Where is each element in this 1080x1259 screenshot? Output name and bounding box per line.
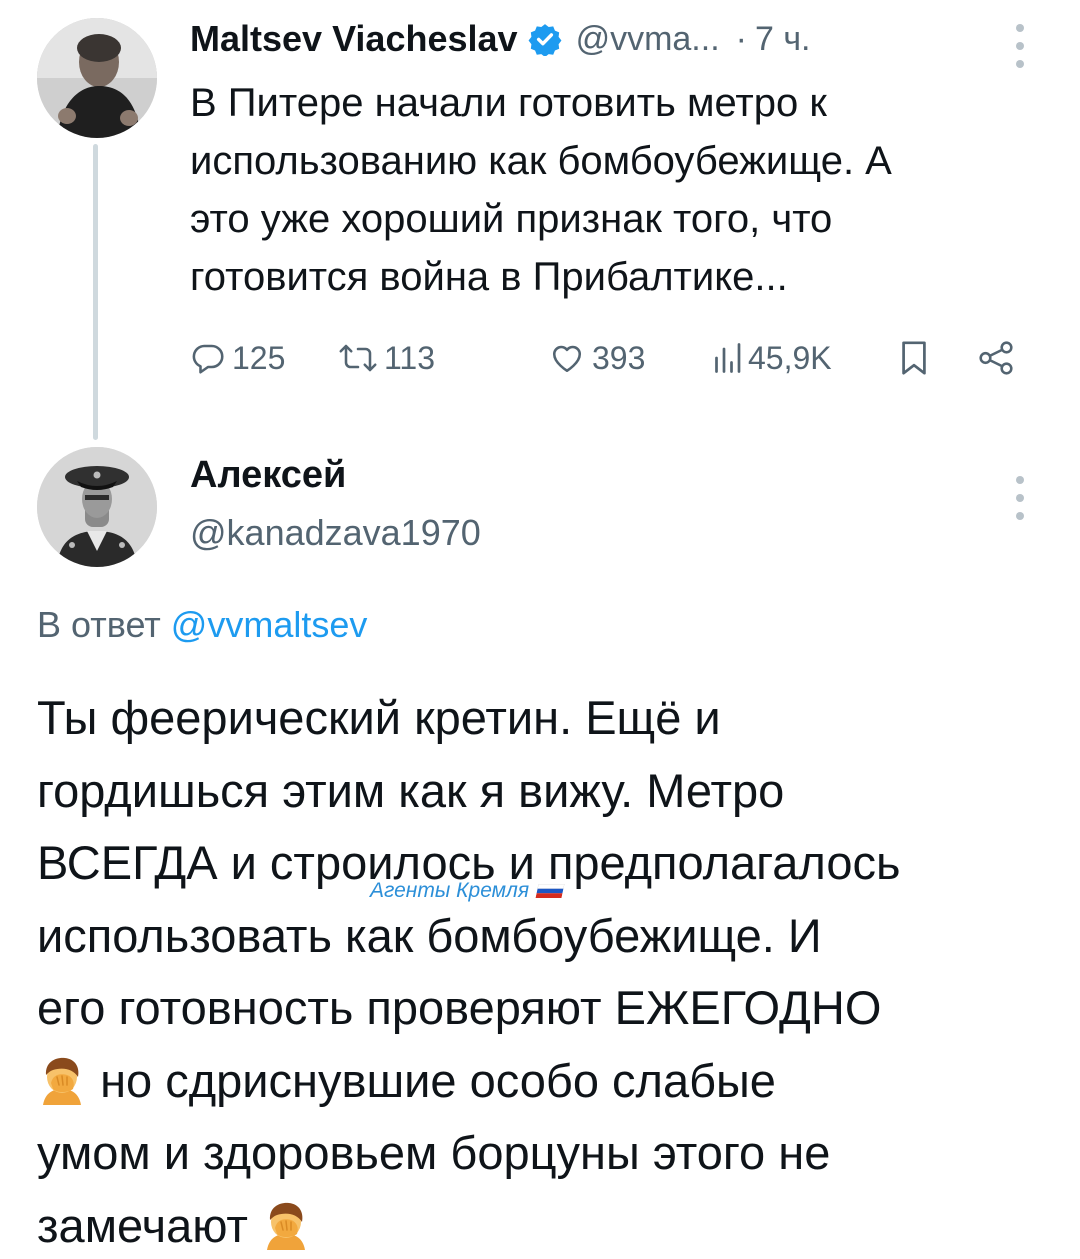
tweet-text-line: использовать как бомбоубежище. И — [37, 908, 822, 962]
author-handle[interactable]: @vvma... — [576, 20, 720, 59]
person-facepalming-icon — [43, 1057, 81, 1105]
retweet-icon — [339, 344, 377, 372]
tweet-timestamp[interactable]: 7 ч. — [755, 20, 811, 59]
reply-author-name[interactable]: Алексей — [190, 454, 346, 497]
views-button[interactable]: 45,9K — [712, 330, 832, 386]
tweet-thread-screen: Maltsev Viacheslav @vvma... · 7 ч. В Пит… — [0, 0, 1080, 1259]
tweet-text-fragment: замечают — [37, 1198, 248, 1252]
retweet-count: 113 — [384, 339, 436, 376]
author-name[interactable]: Maltsev Viacheslav — [190, 18, 518, 60]
tweet-text-line: но сдриснувшие особо слабые — [37, 1045, 1067, 1118]
tweet-text-fragment: но сдриснувшие особо слабые — [100, 1053, 776, 1107]
views-count: 45,9K — [748, 339, 832, 376]
reply-icon — [192, 344, 224, 374]
reply-count: 125 — [232, 339, 286, 376]
parent-tweet-header: Maltsev Viacheslav @vvma... · 7 ч. — [190, 14, 1030, 64]
tweet-text-line: использованию как бомбоубежище. А — [190, 139, 892, 183]
tweet-text-line: его готовность проверяют ЕЖЕГОДНО — [37, 981, 882, 1034]
watermark: Агенты Кремля — [370, 879, 565, 903]
bookmark-button[interactable] — [898, 330, 930, 386]
avatar-photo — [37, 447, 157, 567]
tweet-text-line: умом и здоровьем борцуны этого не — [37, 1126, 831, 1179]
replying-to-label: В ответ — [37, 604, 161, 645]
watermark-text: Агенты Кремля — [370, 879, 530, 902]
reply-author-handle[interactable]: @kanadzava1970 — [190, 512, 481, 554]
more-options-icon[interactable] — [1013, 24, 1027, 68]
tweet-text-line: гордишься этим как я вижу. Метро — [37, 763, 785, 817]
tweet-text-line: готовится война в Прибалтике... — [190, 255, 788, 299]
verified-badge-icon — [528, 24, 561, 56]
tweet-text-line: В Питере начали готовить метро к — [190, 81, 827, 125]
reply-tweet-text: Ты феерический кретин. Ещё и гордишься э… — [37, 682, 1067, 1259]
tweet-text-line: замечают — [37, 1190, 1067, 1259]
tweet-text-line: Ты феерический кретин. Ещё и — [37, 691, 721, 744]
share-icon — [979, 341, 1013, 375]
like-button[interactable]: 393 — [548, 330, 645, 386]
more-options-icon[interactable] — [1013, 476, 1027, 520]
avatar-maltsev[interactable] — [37, 18, 157, 138]
tweet-action-bar: 125 113 393 45,9K — [190, 330, 1030, 386]
person-facepalming-icon — [267, 1202, 306, 1250]
views-chart-icon — [715, 343, 741, 373]
avatar-aleksey[interactable] — [37, 447, 157, 567]
heart-icon — [552, 345, 582, 373]
avatar-photo — [37, 18, 157, 138]
replying-to-mention[interactable]: @vvmaltsev — [171, 604, 368, 645]
russian-flag-icon — [535, 884, 565, 898]
tweet-text-line: это уже хороший признак того, что — [190, 197, 833, 241]
like-count: 393 — [592, 339, 646, 376]
reply-button[interactable]: 125 — [190, 330, 285, 386]
retweet-button[interactable]: 113 — [338, 330, 435, 386]
parent-tweet-text: В Питере начали готовить метро к использ… — [190, 74, 1040, 306]
separator-dot: · — [735, 19, 747, 58]
thread-connector-line — [93, 144, 98, 440]
replying-to: В ответ @vvmaltsev — [37, 604, 367, 646]
share-button[interactable] — [976, 330, 1016, 386]
bookmark-icon — [902, 341, 926, 375]
